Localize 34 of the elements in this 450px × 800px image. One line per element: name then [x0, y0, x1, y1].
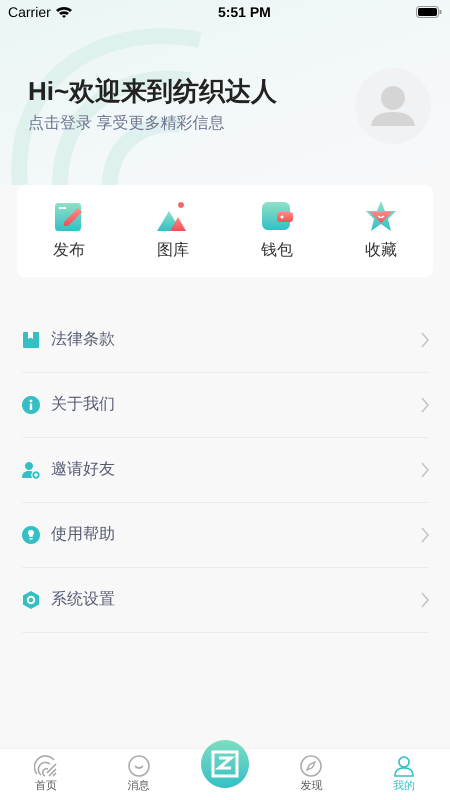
- compass-icon: [299, 754, 324, 778]
- fingerprint-icon: [34, 754, 58, 778]
- logo-icon: [210, 750, 239, 778]
- tab[interactable]: 消息: [108, 754, 169, 795]
- chevron-icon: [420, 462, 430, 478]
- chevron-icon: [420, 527, 430, 543]
- info-icon: [22, 396, 40, 414]
- add-user-icon: [22, 461, 40, 479]
- menu-item[interactable]: 使用帮助: [22, 503, 428, 568]
- action-label[interactable]: 收藏: [365, 239, 397, 263]
- chevron-icon: [420, 592, 430, 608]
- login-prompt[interactable]: 点击登录 享受更多精彩信息: [28, 112, 278, 136]
- tab[interactable]: 首页: [16, 754, 76, 795]
- menu-item[interactable]: 关于我们: [22, 373, 428, 438]
- smile-bubble-icon: [126, 754, 151, 778]
- wifi-icon: [54, 5, 73, 19]
- chevron-icon: [420, 397, 430, 413]
- hexagon-gear-icon: [22, 591, 40, 609]
- menu-item[interactable]: 法律条款: [22, 308, 428, 373]
- menu-item[interactable]: 系统设置: [22, 568, 428, 633]
- action-label[interactable]: 图库: [157, 239, 189, 263]
- user-icon: [392, 754, 416, 778]
- book-icon: [22, 331, 40, 349]
- action-label[interactable]: 发布: [53, 239, 85, 263]
- menu-item[interactable]: 邀请好友: [22, 438, 428, 503]
- lightbulb-icon: [22, 526, 40, 544]
- tab[interactable]: 发现: [281, 754, 342, 795]
- status-time: 5:51 PM: [218, 2, 271, 22]
- avatar-icon[interactable]: [355, 68, 431, 144]
- carrier-label: Carrier: [8, 2, 51, 22]
- greeting-title: Hi~欢迎来到纺织达人: [28, 76, 278, 108]
- chevron-icon: [420, 332, 430, 348]
- action-label[interactable]: 钱包: [261, 239, 293, 263]
- battery-icon: [416, 6, 442, 18]
